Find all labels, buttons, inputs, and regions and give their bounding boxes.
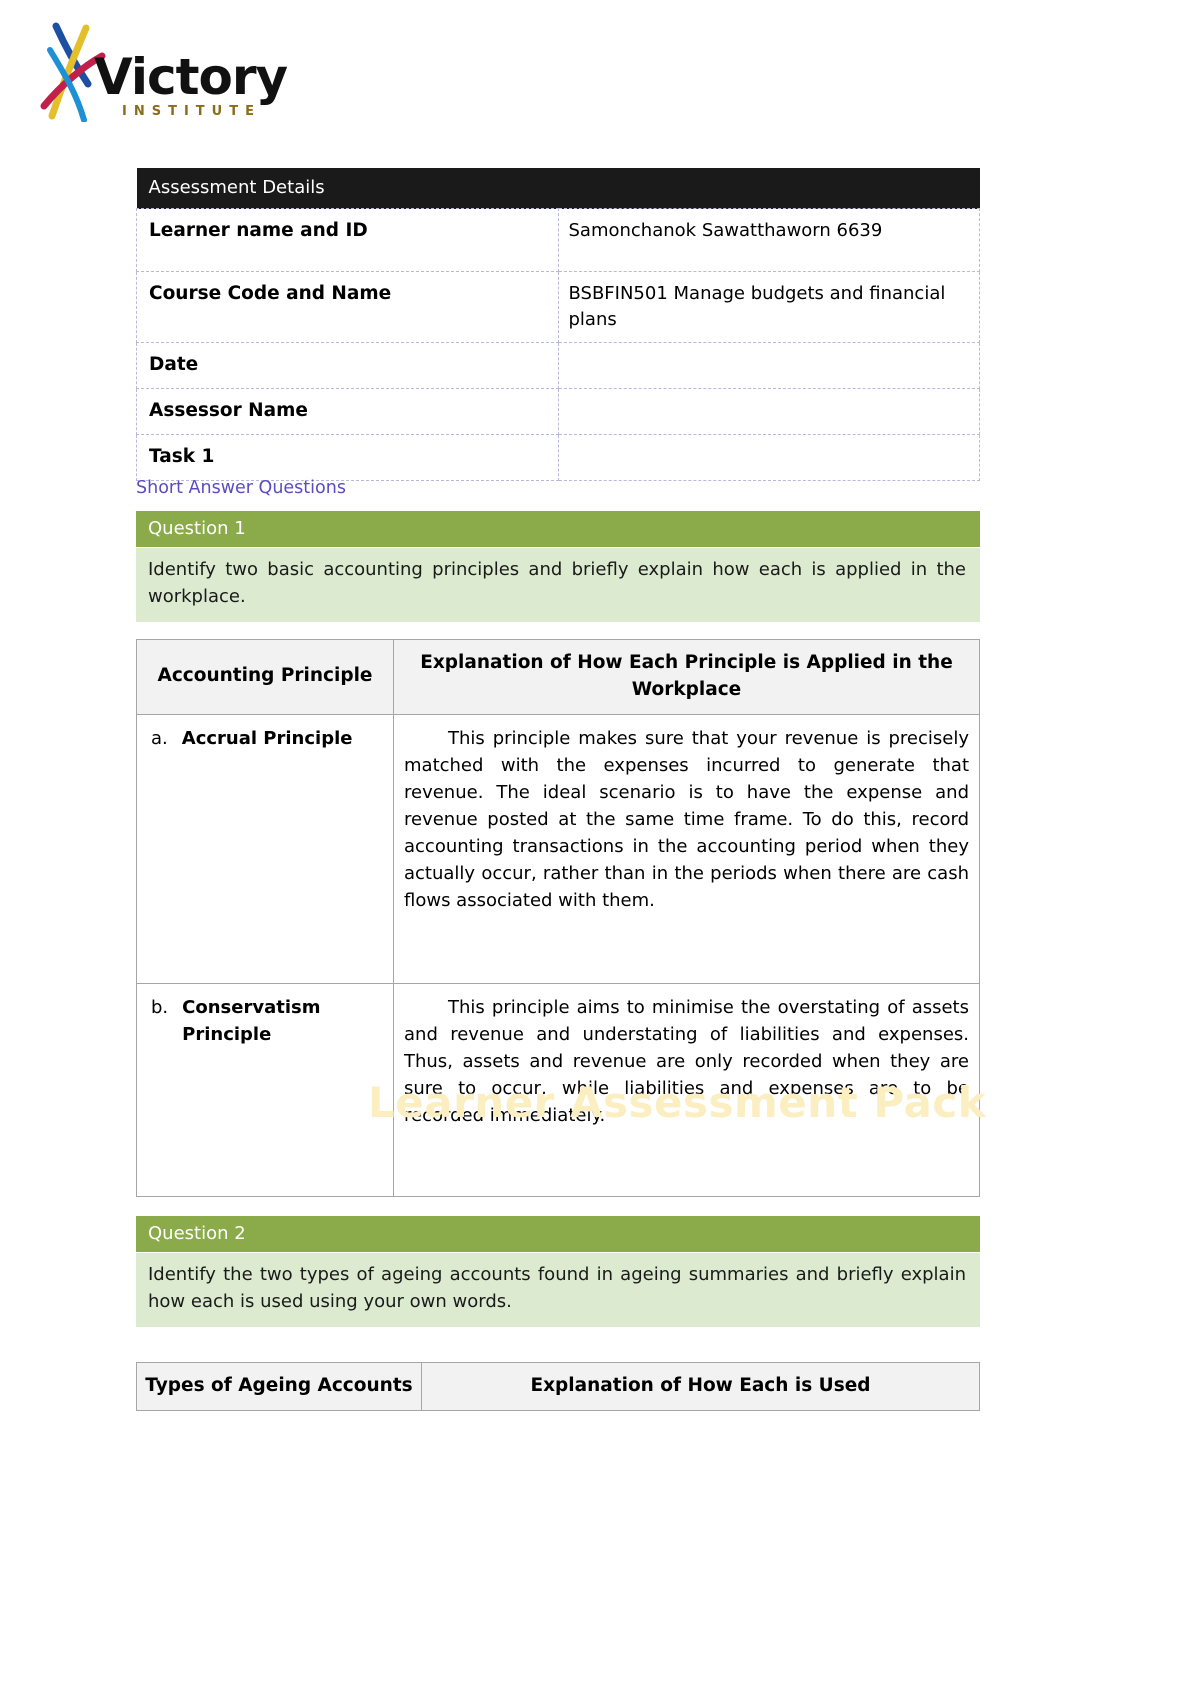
table-row: a. Accrual Principle This principle make… (136, 713, 980, 984)
victory-institute-logo: Victory INSTITUTE (36, 22, 336, 132)
logo-subtitle-text: INSTITUTE (122, 104, 261, 119)
table-header-row: Accounting Principle Explanation of How … (136, 639, 980, 715)
ageing-explanation-column-header: Explanation of How Each is Used (421, 1362, 980, 1411)
question-2-prompt: Identify the two types of ageing account… (136, 1253, 980, 1327)
explanation-column-header: Explanation of How Each Principle is App… (393, 639, 980, 715)
question-1-header: Question 1 (136, 511, 980, 547)
question-2-header: Question 2 (136, 1216, 980, 1252)
logo-brand-text: Victory (94, 48, 288, 106)
short-answer-questions-heading[interactable]: Short Answer Questions (136, 478, 346, 498)
table-row: Date (136, 342, 980, 389)
question-1-answer-table: Accounting Principle Explanation of How … (136, 639, 980, 1197)
table-row: Learner name and ID Samonchanok Sawattha… (136, 208, 980, 272)
table-row: b. Conservatism Principle This principle… (136, 982, 980, 1197)
assessment-details-title: Assessment Details (136, 168, 980, 209)
learner-name-value[interactable]: Samonchanok Sawatthaworn 6639 (557, 208, 980, 272)
ageing-accounts-column-header: Types of Ageing Accounts (136, 1362, 422, 1411)
question-1-prompt: Identify two basic accounting principles… (136, 548, 980, 622)
assessment-details-table: Assessment Details Learner name and ID S… (136, 168, 980, 481)
principle-explanation-a[interactable]: This principle makes sure that your reve… (393, 713, 980, 984)
principle-explanation-b[interactable]: This principle aims to minimise the over… (393, 982, 980, 1197)
principle-cell-b[interactable]: b. Conservatism Principle (136, 982, 394, 1197)
principle-name-b: Conservatism Principle (182, 996, 321, 1045)
task-label: Task 1 (136, 433, 559, 481)
assessor-name-value[interactable] (557, 388, 980, 435)
question-2-answer-table: Types of Ageing Accounts Explanation of … (136, 1362, 980, 1411)
principle-name-a: Accrual Principle (181, 727, 353, 749)
principle-cell-a[interactable]: a. Accrual Principle (136, 713, 394, 984)
principle-letter-a: a. (151, 727, 168, 749)
logo-wordmark: Victory INSTITUTE (94, 52, 334, 124)
accounting-principle-column-header: Accounting Principle (136, 639, 394, 715)
table-row: Task 1 (136, 433, 980, 481)
learner-name-label: Learner name and ID (136, 208, 559, 272)
table-row: Course Code and Name BSBFIN501 Manage bu… (136, 270, 980, 344)
date-value[interactable] (557, 342, 980, 389)
assessment-details-title-row: Assessment Details (136, 168, 980, 209)
table-header-row: Types of Ageing Accounts Explanation of … (136, 1362, 980, 1411)
date-label: Date (136, 342, 559, 389)
course-code-label: Course Code and Name (136, 270, 559, 344)
table-row: Assessor Name (136, 388, 980, 435)
course-code-value[interactable]: BSBFIN501 Manage budgets and financial p… (557, 270, 980, 344)
assessor-name-label: Assessor Name (136, 388, 559, 435)
principle-letter-b: b. (151, 996, 169, 1018)
document-page: Victory INSTITUTE Assessment Details Lea… (0, 0, 1200, 1697)
task-value[interactable] (557, 433, 980, 481)
